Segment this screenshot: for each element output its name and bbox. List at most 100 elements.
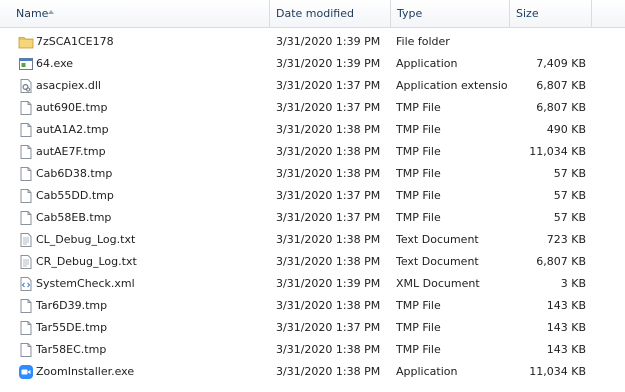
blank-file-icon <box>18 100 34 116</box>
column-header-date-label: Date modified <box>276 7 354 20</box>
file-size: 7,409 KB <box>536 57 586 70</box>
file-type: Application <box>396 365 458 378</box>
file-name: Tar6D39.tmp <box>36 299 108 312</box>
file-row[interactable]: autA1A2.tmp 3/31/2020 1:38 PM TMP File 490 … <box>0 119 625 141</box>
sort-ascending-icon <box>48 10 54 14</box>
file-date-modified: 3/31/2020 1:37 PM <box>276 211 381 224</box>
application-icon <box>18 56 34 72</box>
column-header-name-label: Name <box>16 7 49 20</box>
column-header-type[interactable]: Type <box>391 0 510 27</box>
file-name: CL_Debug_Log.txt <box>36 233 136 246</box>
file-size: 143 KB <box>546 299 586 312</box>
file-size: 143 KB <box>546 343 586 356</box>
file-size: 11,034 KB <box>529 145 586 158</box>
file-type: TMP File <box>396 299 441 312</box>
file-explorer-list: Name Date modified Type Size 7zSCA1CE178… <box>0 0 625 392</box>
file-date-modified: 3/31/2020 1:39 PM <box>276 277 381 290</box>
file-date-modified: 3/31/2020 1:39 PM <box>276 57 381 70</box>
file-date-modified: 3/31/2020 1:38 PM <box>276 123 381 136</box>
file-size: 6,807 KB <box>536 255 586 268</box>
file-date-modified: 3/31/2020 1:37 PM <box>276 189 381 202</box>
file-date-modified: 3/31/2020 1:37 PM <box>276 79 381 92</box>
file-type: Text Document <box>396 233 479 246</box>
file-size: 57 KB <box>553 167 586 180</box>
text-file-icon <box>18 254 34 270</box>
file-row[interactable]: Cab6D38.tmp 3/31/2020 1:38 PM TMP File 57 K… <box>0 163 625 185</box>
file-row[interactable]: Cab55DD.tmp 3/31/2020 1:37 PM TMP File 57 K… <box>0 185 625 207</box>
file-name: Cab55DD.tmp <box>36 189 114 202</box>
file-type: Text Document <box>396 255 479 268</box>
file-name: autA1A2.tmp <box>36 123 109 136</box>
file-date-modified: 3/31/2020 1:38 PM <box>276 343 381 356</box>
file-date-modified: 3/31/2020 1:37 PM <box>276 101 381 114</box>
file-type: File folder <box>396 35 450 48</box>
dll-icon <box>18 78 34 94</box>
xml-file-icon <box>18 276 34 292</box>
file-type: Application <box>396 57 458 70</box>
file-row[interactable]: 64.exe 3/31/2020 1:39 PM Application 7,409 … <box>0 53 625 75</box>
blank-file-icon <box>18 144 34 160</box>
file-size: 490 KB <box>546 123 586 136</box>
file-size: 57 KB <box>553 211 586 224</box>
blank-file-icon <box>18 122 34 138</box>
text-file-icon <box>18 232 34 248</box>
file-row[interactable]: 7zSCA1CE178 3/31/2020 1:39 PM File folder <box>0 31 625 53</box>
file-date-modified: 3/31/2020 1:39 PM <box>276 35 381 48</box>
file-name: Cab6D38.tmp <box>36 167 113 180</box>
folder-icon <box>18 34 34 50</box>
file-row[interactable]: CL_Debug_Log.txt 3/31/2020 1:38 PM Text Do… <box>0 229 625 251</box>
file-row[interactable]: Tar58EC.tmp 3/31/2020 1:38 PM TMP File 143 … <box>0 339 625 361</box>
file-name: 7zSCA1CE178 <box>36 35 114 48</box>
file-name: 64.exe <box>36 57 74 70</box>
blank-file-icon <box>18 320 34 336</box>
file-type: TMP File <box>396 101 441 114</box>
file-name: SystemCheck.xml <box>36 277 135 290</box>
file-date-modified: 3/31/2020 1:38 PM <box>276 365 381 378</box>
file-date-modified: 3/31/2020 1:37 PM <box>276 321 381 334</box>
file-name: aut690E.tmp <box>36 101 108 114</box>
file-name: Cab58EB.tmp <box>36 211 112 224</box>
file-name: autAE7F.tmp <box>36 145 106 158</box>
file-row[interactable]: autAE7F.tmp 3/31/2020 1:38 PM TMP File 11,0… <box>0 141 625 163</box>
file-row[interactable]: Tar6D39.tmp 3/31/2020 1:38 PM TMP File 143 … <box>0 295 625 317</box>
file-date-modified: 3/31/2020 1:38 PM <box>276 233 381 246</box>
blank-file-icon <box>18 166 34 182</box>
file-type: TMP File <box>396 343 441 356</box>
file-type: TMP File <box>396 145 441 158</box>
file-name: Tar58EC.tmp <box>36 343 107 356</box>
file-row[interactable]: asacpiex.dll 3/31/2020 1:37 PM Application… <box>0 75 625 97</box>
file-type: TMP File <box>396 211 441 224</box>
file-row[interactable]: Tar55DE.tmp 3/31/2020 1:37 PM TMP File 143 … <box>0 317 625 339</box>
file-type: TMP File <box>396 189 441 202</box>
file-type: TMP File <box>396 167 441 180</box>
blank-file-icon <box>18 210 34 226</box>
file-row[interactable]: SystemCheck.xml 3/31/2020 1:39 PM XML Docu… <box>0 273 625 295</box>
file-size: 143 KB <box>546 321 586 334</box>
file-name: CR_Debug_Log.txt <box>36 255 137 268</box>
file-type: TMP File <box>396 123 441 136</box>
file-size: 57 KB <box>553 189 586 202</box>
file-row[interactable]: ZoomInstaller.exe 3/31/2020 1:38 PM Applic… <box>0 361 625 383</box>
file-date-modified: 3/31/2020 1:38 PM <box>276 167 381 180</box>
file-type: XML Document <box>396 277 480 290</box>
file-date-modified: 3/31/2020 1:38 PM <box>276 299 381 312</box>
blank-file-icon <box>18 188 34 204</box>
file-row[interactable]: CR_Debug_Log.txt 3/31/2020 1:38 PM Text Do… <box>0 251 625 273</box>
file-row[interactable]: aut690E.tmp 3/31/2020 1:37 PM TMP File 6,80… <box>0 97 625 119</box>
file-size: 6,807 KB <box>536 101 586 114</box>
file-name: ZoomInstaller.exe <box>36 365 135 378</box>
file-date-modified: 3/31/2020 1:38 PM <box>276 145 381 158</box>
file-name: asacpiex.dll <box>36 79 101 92</box>
column-header-size-label: Size <box>516 7 539 20</box>
file-size <box>510 31 586 53</box>
column-header-size[interactable]: Size <box>510 0 592 27</box>
file-list: 7zSCA1CE178 3/31/2020 1:39 PM File folder 6… <box>0 31 625 383</box>
zoom-icon <box>18 364 34 380</box>
file-date-modified: 3/31/2020 1:38 PM <box>276 255 381 268</box>
column-header-date-modified[interactable]: Date modified <box>270 0 391 27</box>
column-header-name[interactable]: Name <box>0 0 270 27</box>
file-size: 11,034 KB <box>529 365 586 378</box>
file-row[interactable]: Cab58EB.tmp 3/31/2020 1:37 PM TMP File 57 K… <box>0 207 625 229</box>
file-type: Application extension <box>396 79 508 92</box>
column-header-bar: Name Date modified Type Size <box>0 0 625 28</box>
